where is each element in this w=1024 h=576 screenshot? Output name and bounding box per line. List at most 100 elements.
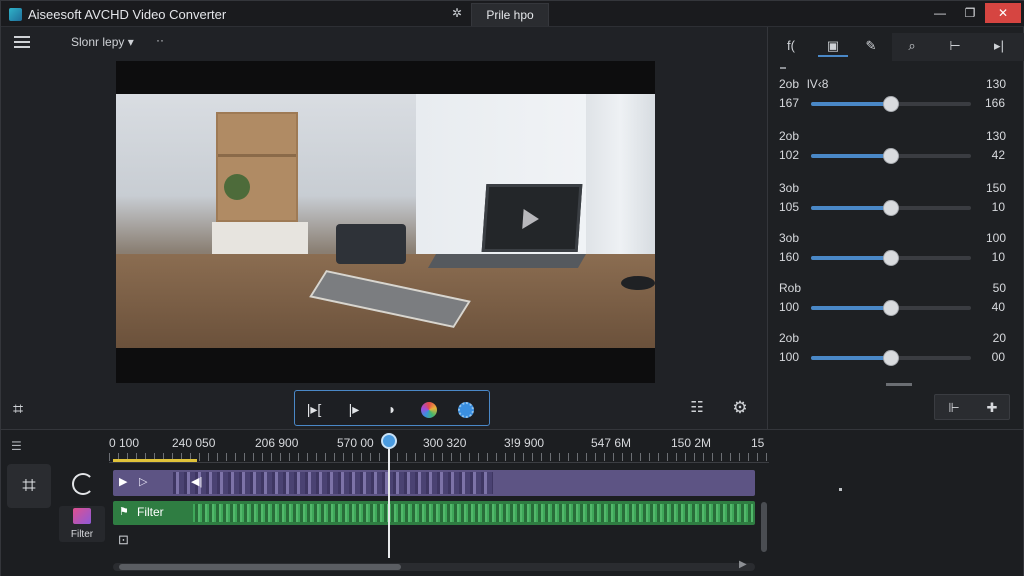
ruler-tick-label: 547 6M (591, 436, 632, 450)
timeline-area: ☰ ⌗ Filter 0 100 240 050 206 900 570 00 300 … (1, 429, 1023, 576)
slider-row: 3ob 100 160 10 (768, 231, 1024, 281)
row-max-value: 50 (992, 281, 1006, 295)
slider-row: Rob 50 100 40 (768, 281, 1024, 331)
pin-button[interactable]: ✚ (974, 398, 1010, 418)
document-tab[interactable]: Prile hpo (471, 3, 549, 26)
more-options-button[interactable]: ·· (156, 33, 164, 47)
row-label: 2ob lV‹8 (779, 77, 829, 91)
row-max-value: 130 (985, 129, 1006, 143)
scrollbar-thumb[interactable] (119, 564, 401, 570)
add-track-icon[interactable]: ⊡ (118, 532, 129, 548)
rotate-tool-icon[interactable] (61, 464, 105, 504)
top-toolbar: Slonr lepy ▾ ·· (1, 27, 767, 57)
row-current-value[interactable]: 10 (992, 250, 1005, 264)
row-label: 2ob (779, 129, 800, 143)
row-min-value: 105 (779, 200, 800, 214)
timeline-vertical-scrollbar[interactable] (761, 502, 767, 552)
app-logo-icon (9, 8, 22, 21)
hamburger-menu-icon[interactable] (14, 36, 30, 48)
split-view-button[interactable]: ⊩ (936, 398, 972, 418)
color-wheel-icon[interactable] (416, 399, 442, 419)
in-point-marker[interactable] (113, 459, 197, 462)
slider-row: 2ob 20 100 00 (768, 331, 1024, 381)
ruler-tick-label: 150 2M (671, 436, 712, 450)
ruler-tick-label: 15 (751, 436, 765, 450)
play-icon: ▶ (119, 476, 128, 488)
tab-function[interactable]: f( (776, 35, 806, 57)
row-current-value[interactable]: 40 (992, 300, 1005, 314)
filter-tool-label: Filter (70, 529, 94, 540)
timeline-horizontal-scrollbar[interactable] (113, 563, 755, 571)
slider-fill (811, 256, 891, 260)
row-label: 3ob (779, 181, 800, 195)
playhead-line[interactable] (388, 442, 390, 558)
row-current-value[interactable]: 00 (992, 350, 1005, 364)
scroll-right-icon[interactable]: ▶ (739, 559, 747, 570)
slider-thumb[interactable] (883, 250, 899, 266)
cursor-icon: ▷ (139, 476, 148, 488)
panel-resize-handle[interactable] (886, 383, 912, 386)
slider-thumb[interactable] (883, 350, 899, 366)
close-button[interactable]: ✕ (985, 3, 1021, 23)
crop-tool-icon[interactable]: ⌗ (7, 464, 51, 508)
ruler-tick-label: 3!9 900 (504, 436, 545, 450)
audio-track-clip[interactable]: ⚑ Filter (113, 501, 755, 525)
ruler-tick-label: 300 320 (423, 436, 467, 450)
slider-track[interactable] (811, 96, 971, 112)
row-current-value[interactable]: 10 (992, 200, 1005, 214)
slider-track[interactable] (811, 200, 971, 216)
row-label: Rob (779, 281, 802, 295)
timeline-ruler[interactable]: 0 100 240 050 206 900 570 00 300 320 3!9 900 5… (109, 435, 769, 463)
crop-icon[interactable]: ⌗ (13, 399, 35, 419)
speaker-icon: ◀| (191, 476, 203, 488)
effects-gear-icon[interactable] (453, 399, 479, 419)
video-preview[interactable] (116, 61, 655, 383)
slider-thumb[interactable] (883, 300, 899, 316)
adjustments-panel: f( ▣ ✎ ⌕ ⊢ ▸| 2ob lV‹8 130 167 166 2ob 130 102 4… (767, 27, 1024, 429)
slider-fill (811, 154, 891, 158)
trim-out-button[interactable]: |▸ (341, 399, 367, 419)
slider-fill (811, 102, 891, 106)
slider-thumb[interactable] (883, 96, 899, 112)
gear-small-icon[interactable]: ✲ (452, 6, 462, 20)
row-max-value: 150 (985, 181, 1006, 195)
minimize-button[interactable]: — (925, 3, 955, 23)
tab-briefcase[interactable]: ▣ (818, 35, 848, 57)
ruler-tick-label: 570 00 (337, 436, 374, 450)
row-current-value[interactable]: 166 (985, 96, 1005, 110)
maximize-button[interactable]: ❐ (955, 3, 985, 23)
list-view-icon[interactable]: ☷ (682, 397, 712, 419)
playhead-handle[interactable] (381, 433, 397, 449)
tab-next[interactable]: ▸| (984, 35, 1014, 57)
slider-thumb[interactable] (883, 200, 899, 216)
settings-gear-icon[interactable]: ⚙ (725, 396, 755, 420)
row-min-value: 160 (779, 250, 800, 264)
ruler-tick-label: 0 100 (109, 436, 140, 450)
slider-track[interactable] (811, 250, 971, 266)
tab-trim[interactable]: ⊢ (940, 35, 970, 57)
row-max-value: 20 (992, 331, 1006, 345)
timeline-menu-icon[interactable]: ☰ (11, 439, 22, 453)
trim-in-button[interactable]: |▸[ (301, 399, 327, 419)
preset-dropdown[interactable]: Slonr lepy ▾ (71, 35, 134, 49)
panel-actions: ⊩ ✚ (934, 394, 1010, 420)
audio-track-label: Filter (137, 505, 164, 519)
ruler-tick-label: 240 050 (172, 436, 216, 450)
slider-track[interactable] (811, 350, 971, 366)
slider-fill (811, 306, 891, 310)
ruler-tick-label: 206 900 (255, 436, 299, 450)
video-frame-image (116, 94, 655, 348)
slider-row: 2ob 130 102 42 (768, 129, 1024, 179)
row-current-value[interactable]: 42 (992, 148, 1005, 162)
row-label: 2ob (779, 331, 800, 345)
tab-edit[interactable]: ✎ (856, 35, 886, 57)
video-track-clip[interactable]: ▶ ▷ ◀| (113, 470, 755, 496)
slider-thumb[interactable] (883, 148, 899, 164)
slider-row: 3ob 150 105 10 (768, 181, 1024, 231)
slider-track[interactable] (811, 300, 971, 316)
tab-search[interactable]: ⌕ (897, 35, 927, 57)
split-button[interactable]: ◗ (379, 399, 405, 419)
flag-icon: ⚑ (119, 506, 129, 518)
slider-track[interactable] (811, 148, 971, 164)
filter-tool-button[interactable]: Filter (59, 506, 105, 542)
